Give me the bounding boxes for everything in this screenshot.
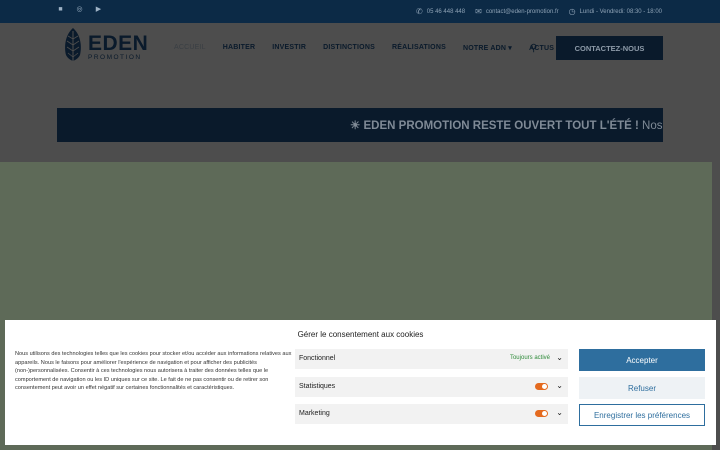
cookie-description: Nous utilisons des technologies telles q… [15, 351, 292, 392]
top-bar: ■ ◎ ▶ ✆ 05 46 448 448 ✉ contact@eden-pro… [0, 0, 720, 23]
phone-number: 05 46 448 448 [426, 8, 466, 15]
logo[interactable]: EDEN PROMOTION [62, 27, 148, 67]
youtube-icon[interactable]: ▶ [95, 6, 102, 13]
refuse-button[interactable]: Refuser [579, 377, 705, 399]
nav-investir[interactable]: INVESTIR [272, 44, 306, 52]
banner-message: ☀ EDEN PROMOTION RESTE OUVERT TOUT L'ÉTÉ… [350, 118, 663, 132]
phone-icon: ✆ [416, 7, 423, 16]
search-icon[interactable]: ⚲ [530, 43, 537, 54]
nav-habiter[interactable]: HABITER [223, 44, 256, 52]
always-active-status: Toujours activé [509, 355, 550, 361]
cookie-title: Gérer le consentement aux cookies [297, 330, 424, 339]
mail-icon: ✉ [475, 7, 482, 16]
opening-hours: ◷ Lundi - Vendredi: 08:30 - 18:00 [569, 7, 662, 16]
logo-name: EDEN [88, 31, 149, 55]
contact-info: ✆ 05 46 448 448 ✉ contact@eden-promotion… [416, 7, 662, 16]
site-header: EDEN PROMOTION ACCUEIL HABITER INVESTIR … [0, 23, 720, 78]
nav-realisations[interactable]: RÉALISATIONS [392, 44, 446, 52]
chevron-down-icon[interactable]: ⌄ [556, 381, 563, 390]
nav-accueil[interactable]: ACCUEIL [174, 44, 206, 52]
nav-notre-adn[interactable]: NOTRE ADN ▾ [463, 44, 512, 52]
social-links: ■ ◎ ▶ [57, 6, 102, 13]
category-marketing[interactable]: Marketing ⌄ [295, 404, 568, 424]
statistics-toggle[interactable] [535, 383, 548, 390]
category-statistiques[interactable]: Statistiques ⌄ [295, 377, 568, 397]
cookie-consent-dialog: Gérer le consentement aux cookies Nous u… [5, 320, 716, 445]
chevron-down-icon[interactable]: ⌄ [556, 408, 563, 417]
contact-button[interactable]: CONTACTEZ-NOUS [556, 36, 663, 60]
hours-text: Lundi - Vendredi: 08:30 - 18:00 [579, 8, 662, 15]
category-fonctionnel[interactable]: Fonctionnel Toujours activé ⌄ [295, 349, 568, 369]
accept-button[interactable]: Accepter [579, 349, 705, 371]
email-link[interactable]: ✉ contact@eden-promotion.fr [475, 7, 559, 16]
category-label: Fonctionnel [299, 355, 336, 362]
nav-distinctions[interactable]: DISTINCTIONS [323, 44, 375, 52]
banner-message-bold: ☀ EDEN PROMOTION RESTE OUVERT TOUT L'ÉTÉ… [350, 120, 639, 132]
banner-message-rest: Nos équipes [642, 120, 663, 132]
instagram-icon[interactable]: ◎ [76, 6, 83, 13]
leaf-icon [65, 28, 81, 66]
category-label: Marketing [299, 410, 330, 417]
clock-icon: ◷ [568, 7, 576, 16]
save-preferences-button[interactable]: Enregistrer les préférences [579, 404, 705, 426]
facebook-icon[interactable]: ■ [57, 6, 64, 13]
logo-subtitle: PROMOTION [88, 53, 142, 61]
category-label: Statistiques [299, 383, 336, 390]
email-address: contact@eden-promotion.fr [485, 8, 559, 15]
chevron-down-icon[interactable]: ⌄ [556, 353, 563, 362]
main-nav: ACCUEIL HABITER INVESTIR DISTINCTIONS RÉ… [174, 44, 560, 52]
phone-link[interactable]: ✆ 05 46 448 448 [416, 7, 465, 16]
announcement-banner: ☀ EDEN PROMOTION RESTE OUVERT TOUT L'ÉTÉ… [57, 108, 663, 142]
marketing-toggle[interactable] [535, 410, 548, 417]
